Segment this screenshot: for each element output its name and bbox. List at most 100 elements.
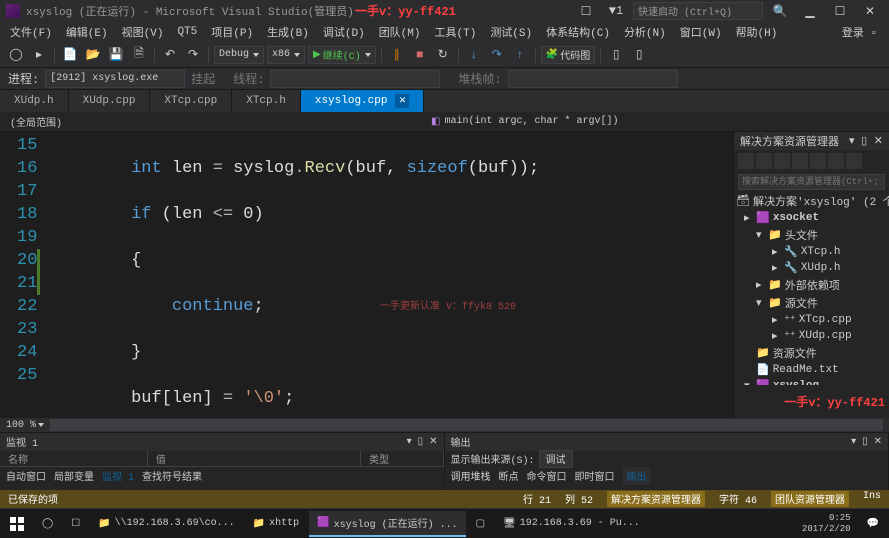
task-putty[interactable]: 🖥 192.168.3.69 - Pu...: [495, 511, 648, 537]
search-icon[interactable]: 🔍: [767, 2, 793, 20]
taskview-icon[interactable]: ☐: [63, 511, 88, 537]
config-combo[interactable]: Debug: [214, 46, 264, 64]
flag-icon[interactable]: ▼1: [603, 2, 629, 20]
save-all-button[interactable]: 🗎: [129, 45, 149, 65]
menu-tools[interactable]: 工具(T): [429, 22, 483, 42]
subtab-immediate[interactable]: 即时窗口: [575, 468, 615, 484]
tab-xudp-cpp[interactable]: XUdp.cpp: [69, 90, 151, 112]
file-xtcp-cpp[interactable]: ▸ ⁺⁺ XTcp.cpp: [734, 312, 889, 328]
thread-combo[interactable]: [270, 70, 440, 88]
login-button[interactable]: 登录 ▫: [842, 24, 885, 40]
subtab-autos[interactable]: 自动窗口: [6, 468, 46, 484]
menu-help[interactable]: 帮助(H): [730, 22, 784, 42]
scope-combo[interactable]: (全局范围): [6, 114, 431, 130]
maximize-button[interactable]: ☐: [827, 2, 853, 20]
menu-view[interactable]: 视图(V): [116, 22, 170, 42]
pause-button[interactable]: ∥: [387, 45, 407, 65]
continue-button[interactable]: ▶ 继续(C): [308, 46, 376, 64]
tool-misc2[interactable]: ▯: [629, 45, 649, 65]
project-xsyslog[interactable]: ▾ 🟪 xsyslog: [734, 378, 889, 385]
system-clock[interactable]: 0:25 2017/2/20: [802, 513, 857, 535]
toolbar: ◯ ▸ 📄 📂 💾 🗎 ↶ ↷ Debug x86 ▶ 继续(C) ∥ ■ ↻ …: [0, 42, 889, 68]
debug-process-bar: 进程: [2912] xsyslog.exe 挂起 线程: 堆栈帧:: [0, 68, 889, 90]
menu-window[interactable]: 窗口(W): [674, 22, 728, 42]
task-visualstudio[interactable]: 🟪 xsyslog (正在运行) ...: [309, 511, 465, 537]
step-into-button[interactable]: ↓: [464, 45, 484, 65]
code-editor[interactable]: 15 16 17 18 19 20 21 22 23 24 25 int len…: [0, 132, 733, 418]
solution-tree[interactable]: 🗃 解决方案'xsyslog' (2 个项目) ▸ 🟪 xsocket ▾ 📁 …: [734, 192, 889, 385]
nav-fwd-button[interactable]: ▸: [29, 45, 49, 65]
save-button[interactable]: 💾: [106, 45, 126, 65]
menu-test[interactable]: 测试(S): [484, 22, 538, 42]
menu-team[interactable]: 团队(M): [373, 22, 427, 42]
tab-xudp-h[interactable]: XUdp.h: [0, 90, 69, 112]
platform-combo[interactable]: x86: [267, 46, 305, 64]
stackframe-combo[interactable]: [508, 70, 678, 88]
step-over-button[interactable]: ↷: [487, 45, 507, 65]
menu-edit[interactable]: 编辑(E): [60, 22, 114, 42]
menu-build[interactable]: 生成(B): [261, 22, 315, 42]
codemap-button[interactable]: 🧩 代码图: [541, 46, 595, 64]
open-file-button[interactable]: 📂: [83, 45, 103, 65]
file-readme[interactable]: 📄 ReadMe.txt: [734, 362, 889, 378]
start-button[interactable]: [2, 511, 32, 537]
menu-qt5[interactable]: QT5: [171, 24, 203, 40]
file-xtcp-h[interactable]: ▸ 🔧 XTcp.h: [734, 244, 889, 260]
solution-node[interactable]: 🗃 解决方案'xsyslog' (2 个项目): [734, 192, 889, 210]
panel-controls[interactable]: ▾ ▯ ✕: [407, 436, 438, 448]
menu-project[interactable]: 项目(P): [205, 22, 259, 42]
close-icon[interactable]: ✕: [395, 94, 409, 108]
stop-button[interactable]: ■: [410, 45, 430, 65]
menu-analyze[interactable]: 分析(N): [618, 22, 672, 42]
folder-sources[interactable]: ▾ 📁 源文件: [734, 294, 889, 312]
subtab-watch1[interactable]: 监视 1: [102, 468, 134, 484]
file-xudp-h[interactable]: ▸ 🔧 XUdp.h: [734, 260, 889, 276]
horizontal-scrollbar[interactable]: [50, 419, 883, 431]
status-tab-sln[interactable]: 解决方案资源管理器: [607, 491, 705, 507]
panel-controls[interactable]: ▾ ▯ ✕: [849, 134, 883, 148]
subtab-findsym[interactable]: 查找符号结果: [142, 468, 202, 484]
undo-button[interactable]: ↶: [160, 45, 180, 65]
search-taskbar-icon[interactable]: ◯: [34, 511, 61, 537]
panel-controls[interactable]: ▾ ▯ ✕: [851, 436, 882, 448]
notifications-icon[interactable]: 💬: [859, 511, 887, 537]
tool-misc1[interactable]: ▯: [606, 45, 626, 65]
tab-xsyslog-cpp[interactable]: xsyslog.cpp✕: [301, 90, 425, 112]
menu-file[interactable]: 文件(F): [4, 22, 58, 42]
new-file-button[interactable]: 📄: [60, 45, 80, 65]
solution-toolbar[interactable]: [734, 150, 889, 172]
nav-back-button[interactable]: ◯: [6, 45, 26, 65]
subtab-output[interactable]: 输出: [623, 467, 651, 485]
step-out-button[interactable]: ↑: [510, 45, 530, 65]
redo-button[interactable]: ↷: [183, 45, 203, 65]
function-combo[interactable]: ◧ main(int argc, char * argv[]): [431, 116, 883, 128]
subtab-callstack[interactable]: 调用堆栈: [451, 468, 491, 484]
subtab-command[interactable]: 命令窗口: [527, 468, 567, 484]
menu-debug[interactable]: 调试(D): [317, 22, 371, 42]
folder-resources[interactable]: 📁 资源文件: [734, 344, 889, 362]
task-console[interactable]: ▢: [468, 511, 493, 537]
file-xudp-cpp[interactable]: ▸ ⁺⁺ XUdp.cpp: [734, 328, 889, 344]
menu-arch[interactable]: 体系结构(C): [540, 22, 616, 42]
tab-xtcp-cpp[interactable]: XTcp.cpp: [150, 90, 232, 112]
restart-button[interactable]: ↻: [433, 45, 453, 65]
process-combo[interactable]: [2912] xsyslog.exe: [45, 70, 185, 88]
solution-search-input[interactable]: [738, 174, 885, 190]
folder-headers[interactable]: ▾ 📁 头文件: [734, 226, 889, 244]
quick-launch-input[interactable]: 快速启动 (Ctrl+Q): [633, 2, 763, 20]
status-tab-team[interactable]: 团队资源管理器: [771, 491, 849, 507]
notification-icon[interactable]: ☐: [573, 2, 599, 20]
minimize-button[interactable]: ▁: [797, 2, 823, 20]
tab-xtcp-h[interactable]: XTcp.h: [232, 90, 301, 112]
task-xhttp[interactable]: 📁 xhttp: [245, 511, 307, 537]
output-src-combo[interactable]: 调试: [539, 450, 573, 468]
subtab-breakpoints[interactable]: 断点: [499, 468, 519, 484]
close-button[interactable]: ✕: [857, 2, 883, 20]
zoom-level[interactable]: 100 %: [6, 420, 36, 431]
folder-extdep[interactable]: ▸ 📁 外部依赖项: [734, 276, 889, 294]
watch-panel: 监视 1▾ ▯ ✕ 名称 值 类型 自动窗口 局部变量 监视 1 查找符号结果: [0, 433, 445, 490]
subtab-locals[interactable]: 局部变量: [54, 468, 94, 484]
code-text[interactable]: int len = syslog.Recv(buf, sizeof(buf));…: [49, 132, 733, 418]
task-explorer[interactable]: 📁 \\192.168.3.69\co...: [90, 511, 242, 537]
project-xsocket[interactable]: ▸ 🟪 xsocket: [734, 210, 889, 226]
